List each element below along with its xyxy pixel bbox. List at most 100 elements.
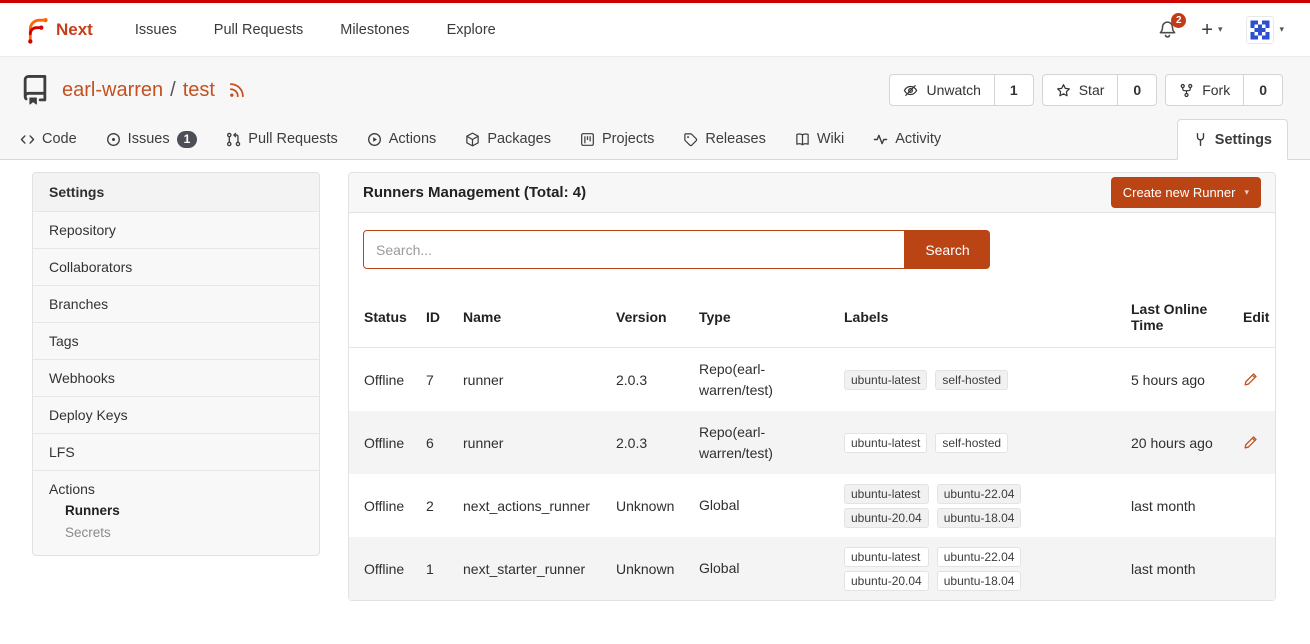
runner-label-chip: self-hosted [935,370,1008,390]
runner-edit-cell [1228,372,1275,387]
runner-id: 7 [411,372,448,388]
search-input[interactable] [363,230,905,269]
runner-label-chip: ubuntu-latest [844,370,927,390]
sidebar-item-repository[interactable]: Repository [33,211,319,248]
nav-item-explore[interactable]: Explore [447,22,496,38]
col-header-last-online-time: Last Online Time [1116,301,1228,333]
tab-label: Releases [705,131,765,147]
tab-issues[interactable]: Issues1 [106,119,198,159]
runner-labels: ubuntu-latest self-hosted [829,370,1116,390]
tab-label: Code [42,131,77,147]
repo-owner-link[interactable]: earl-warren [62,79,163,102]
runners-table-body: Offline7runner2.0.3Repo(earl-warren/test… [349,348,1275,600]
runner-status: Offline [349,498,411,514]
sidebar-item-webhooks[interactable]: Webhooks [33,359,319,396]
runner-labels: ubuntu-latest ubuntu-22.04 ubuntu-20.04 ubu… [829,484,1116,528]
runner-type: Repo(earl-warren/test) [684,359,829,400]
runner-label-chip: ubuntu-latest [844,433,927,453]
runner-name: next_starter_runner [448,561,601,577]
package-icon [465,132,480,147]
forks-count[interactable]: 0 [1243,75,1282,105]
sidebar-item-lfs[interactable]: LFS [33,433,319,470]
settings-sidebar: Settings RepositoryCollaboratorsBranches… [32,172,320,556]
runners-table-head: StatusIDNameVersionTypeLabelsLast Online… [349,287,1275,348]
runner-label-chip: ubuntu-20.04 [844,571,929,591]
star-label: Star [1079,82,1105,98]
nav-item-pull-requests[interactable]: Pull Requests [214,22,303,38]
tab-actions[interactable]: Actions [367,119,437,159]
tab-label: Actions [389,131,437,147]
sidebar-item-tags[interactable]: Tags [33,322,319,359]
runner-status: Offline [349,561,411,577]
nav-item-issues[interactable]: Issues [135,22,177,38]
runner-label-chip: ubuntu-latest [844,484,929,504]
table-row: Offline2next_actions_runnerUnknownGlobal… [349,474,1275,537]
runner-label-chip: ubuntu-18.04 [937,508,1022,528]
table-row: Offline6runner2.0.3Repo(earl-warren/test… [349,411,1275,474]
sidebar-item-collaborators[interactable]: Collaborators [33,248,319,285]
runner-type: Repo(earl-warren/test) [684,422,829,463]
runners-panel: Runners Management (Total: 4) Create new… [348,172,1276,601]
runner-label-chip: ubuntu-20.04 [844,508,929,528]
tab-settings[interactable]: Settings [1177,119,1288,160]
user-menu-button[interactable]: ▾ [1246,16,1284,44]
repo-action-buttons: Unwatch 1 Star 0 [889,74,1283,106]
rss-icon[interactable] [228,81,246,99]
tab-pull-requests[interactable]: Pull Requests [226,119,337,159]
edit-runner-button[interactable] [1243,435,1258,450]
avatar [1246,16,1274,44]
runner-label-chip: ubuntu-18.04 [937,571,1022,591]
table-row: Offline1next_starter_runnerUnknownGlobal… [349,537,1275,600]
edit-runner-button[interactable] [1243,372,1258,387]
tab-packages[interactable]: Packages [465,119,551,159]
notifications-button[interactable]: 2 [1158,20,1177,39]
runner-last-online: last month [1116,498,1228,514]
top-navbar: Next Issues Pull Requests Milestones Explor… [0,3,1310,57]
tab-releases[interactable]: Releases [683,119,765,159]
col-header-type: Type [684,309,829,325]
sidebar-item-branches[interactable]: Branches [33,285,319,322]
col-header-status: Status [349,309,411,325]
create-runner-button[interactable]: Create new Runner ▾ [1111,177,1261,208]
tab-label: Settings [1215,132,1272,148]
forgejo-logo[interactable] [20,15,50,45]
fork-button[interactable]: Fork [1166,75,1243,105]
create-menu-button[interactable]: + ▾ [1201,20,1222,40]
star-button[interactable]: Star [1043,75,1118,105]
tab-activity[interactable]: Activity [873,119,941,159]
code-icon [20,132,35,147]
nav-item-milestones[interactable]: Milestones [340,22,409,38]
watchers-count[interactable]: 1 [994,75,1033,105]
unwatch-button[interactable]: Unwatch [890,75,993,105]
tab-wiki[interactable]: Wiki [795,119,844,159]
runner-status: Offline [349,435,411,451]
search-button[interactable]: Search [905,230,990,269]
runner-name: runner [448,435,601,451]
sidebar-item-actions[interactable]: Actions [49,481,303,497]
watch-button-group: Unwatch 1 [889,74,1033,106]
fork-button-group: Fork 0 [1165,74,1283,106]
runner-label-chip: ubuntu-22.04 [937,484,1022,504]
runner-last-online: 20 hours ago [1116,435,1228,451]
stars-count[interactable]: 0 [1117,75,1156,105]
chevron-down-icon: ▾ [1218,24,1223,35]
issue-icon [106,132,121,147]
tab-projects[interactable]: Projects [580,119,654,159]
plus-icon: + [1201,20,1213,40]
breadcrumb: earl-warren / test [62,79,246,102]
runner-edit-cell [1228,435,1275,450]
repo-name-link[interactable]: test [183,79,215,102]
fork-label: Fork [1202,82,1230,98]
runner-type: Global [684,495,829,515]
sidebar-item-runners[interactable]: Runners [49,497,303,519]
tab-code[interactable]: Code [20,119,77,159]
breadcrumb-separator: / [170,79,176,102]
sidebar-item-deploy-keys[interactable]: Deploy Keys [33,396,319,433]
runner-last-online: last month [1116,561,1228,577]
runner-type: Global [684,558,829,578]
runners-table: StatusIDNameVersionTypeLabelsLast Online… [349,287,1275,600]
issues-count-badge: 1 [177,131,198,148]
brand-label: Next [56,20,93,40]
col-header-version: Version [601,309,684,325]
sidebar-item-secrets[interactable]: Secrets [49,519,303,541]
